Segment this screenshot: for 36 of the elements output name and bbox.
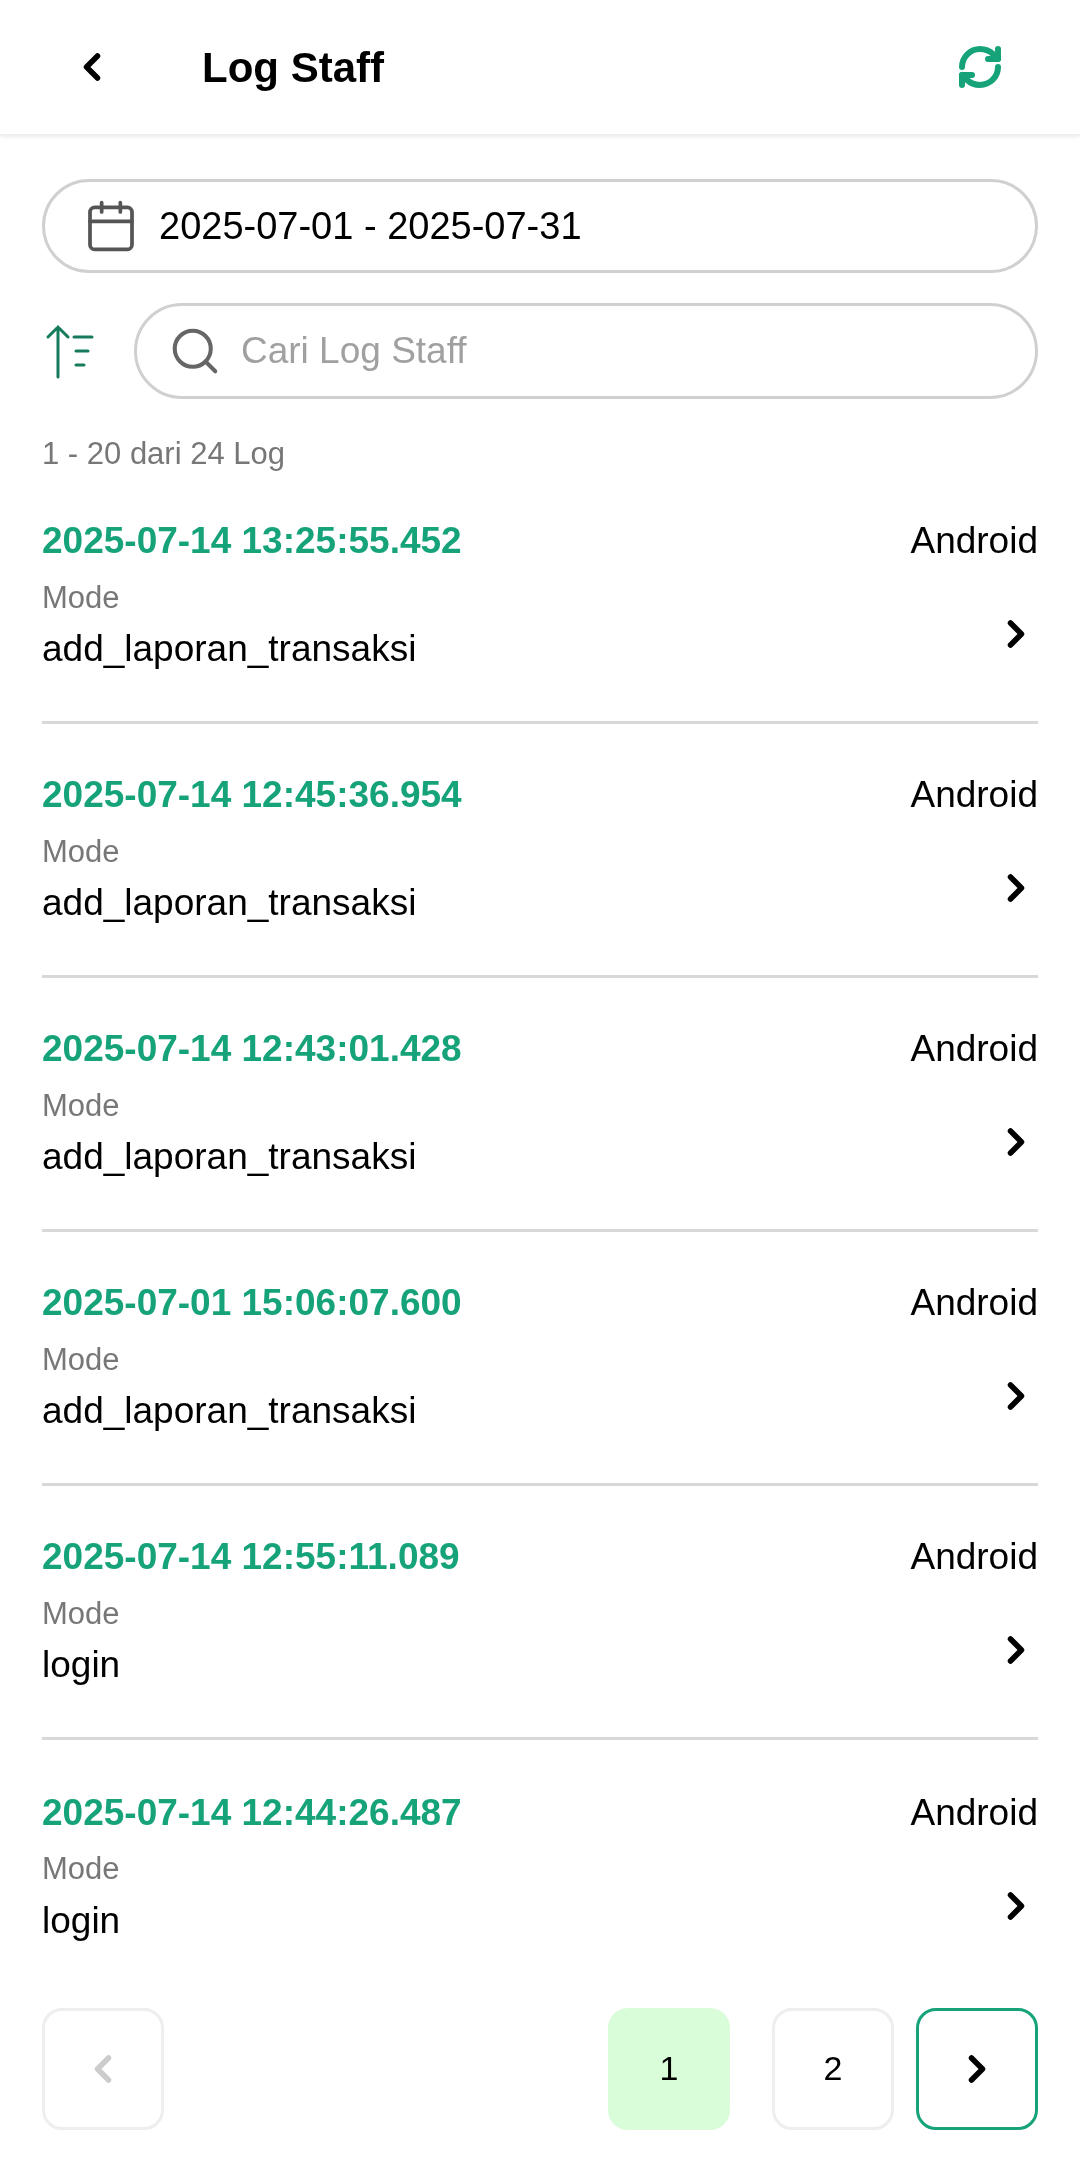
mode-value: add_laporan_transaksi [42, 1389, 417, 1434]
search-field[interactable]: Cari Log Staff [134, 303, 1038, 399]
log-item[interactable]: 2025-07-14 12:45:36.954 Android Mode add_laporan_transaksi [42, 723, 1038, 978]
mode-value: login [42, 1643, 121, 1688]
platform-label: Android [910, 1790, 1038, 1835]
log-timestamp: 2025-07-14 13:25:55.452 [42, 519, 462, 564]
mode-value: add_laporan_transaksi [42, 1135, 417, 1180]
log-timestamp: 2025-07-14 12:44:26.487 [42, 1790, 462, 1835]
mode-value: login [42, 1898, 121, 1943]
platform-label: Android [910, 1027, 1038, 1072]
log-timestamp: 2025-07-14 12:55:11.089 [42, 1535, 460, 1580]
mode-label: Mode [42, 832, 121, 871]
log-item[interactable]: 2025-07-14 12:44:26.487 Android Mode login [42, 1739, 1038, 1994]
log-timestamp: 2025-07-01 15:06:07.600 [42, 1281, 462, 1326]
mode-value: add_laporan_transaksi [42, 881, 417, 926]
platform-label: Android [910, 1535, 1038, 1580]
date-range-field[interactable]: 2025-07-01 - 2025-07-31 [42, 179, 1038, 273]
mode-label: Mode [42, 1594, 121, 1633]
page-button[interactable]: 2 [772, 2007, 894, 2130]
platform-label: Android [910, 519, 1038, 564]
platform-label: Android [910, 1281, 1038, 1326]
platform-label: Android [910, 773, 1038, 818]
page-title: Log Staff [202, 42, 384, 93]
page-button[interactable]: 1 [608, 2007, 730, 2130]
mode-label: Mode [42, 578, 121, 617]
mode-label: Mode [42, 1850, 121, 1889]
log-timestamp: 2025-07-14 12:43:01.428 [42, 1027, 462, 1072]
log-item[interactable]: 2025-07-01 15:06:07.600 Android Mode add_laporan_transaksi [42, 1231, 1038, 1486]
mode-label: Mode [42, 1340, 121, 1379]
refresh-icon [956, 43, 1004, 91]
mode-label: Mode [42, 1086, 121, 1125]
log-item[interactable]: 2025-07-14 12:43:01.428 Android Mode add_laporan_transaksi [42, 977, 1038, 1232]
log-item[interactable]: 2025-07-14 12:55:11.089 Android Mode login [42, 1485, 1038, 1740]
log-timestamp: 2025-07-14 12:45:36.954 [42, 773, 462, 818]
mode-value: add_laporan_transaksi [42, 627, 417, 672]
next-page-button[interactable] [916, 2007, 1038, 2130]
